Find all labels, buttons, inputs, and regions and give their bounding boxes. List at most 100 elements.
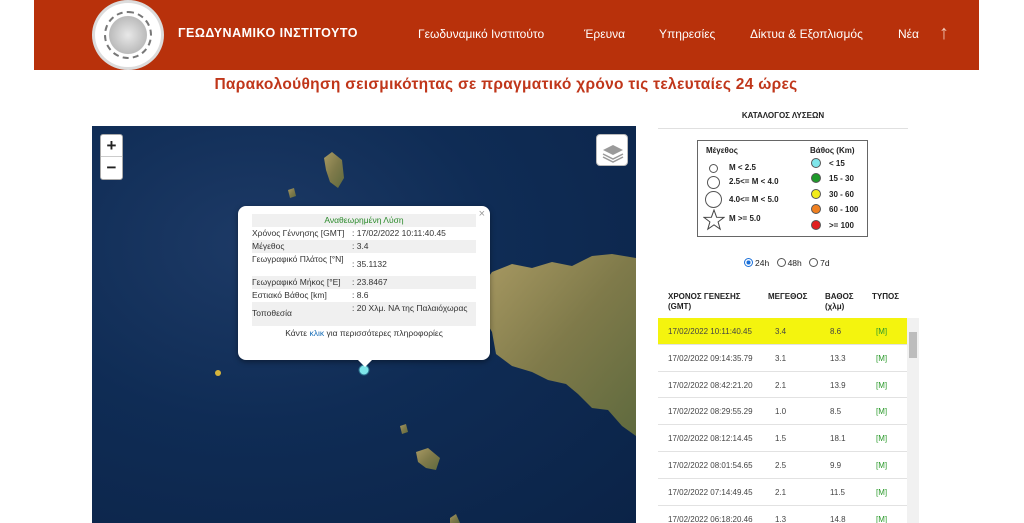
cell-magnitude: 2.1 (775, 487, 787, 497)
cell-depth: 9.9 (830, 460, 842, 470)
legend-depth-item: 60 - 100 (829, 205, 859, 214)
period-24h-label[interactable]: 24h (755, 258, 769, 268)
cell-depth: 14.8 (830, 514, 846, 523)
legend-circle-small-icon (709, 164, 718, 173)
cell-time: 17/02/2022 08:42:21.20 (668, 380, 753, 390)
legend-mag-item: 2.5<= M < 4.0 (729, 177, 779, 186)
table-row[interactable]: 17/02/2022 08:29:55.29 1.0 8.5 [M] (658, 398, 908, 426)
cell-time: 17/02/2022 08:01:54.65 (668, 460, 753, 470)
nav-research[interactable]: Έρευνα (584, 27, 625, 41)
island-kythira (324, 152, 344, 188)
nav-news[interactable]: Νέα (898, 27, 919, 41)
legend-depth-dot-icon (811, 220, 821, 230)
cell-depth: 8.5 (830, 407, 842, 417)
table-row[interactable]: 17/02/2022 09:14:35.79 3.1 13.3 [M] (658, 345, 908, 372)
popup-label: Τοποθεσία (252, 308, 292, 318)
popup-row: Γεωγραφικό Μήκος [°E] : 23.8467 (252, 276, 476, 289)
nav-geodynamic-institute[interactable]: Γεωδυναμικό Ινστιτούτο (418, 27, 544, 41)
cell-time: 17/02/2022 06:18:20.46 (668, 514, 753, 523)
zoom-control: + − (100, 134, 123, 180)
cell-magnitude: 1.3 (775, 514, 787, 523)
column-header-magnitude[interactable]: ΜΕΓΕΘΟΣ (768, 292, 807, 302)
table-row[interactable]: 17/02/2022 08:12:14.45 1.5 18.1 [M] (658, 425, 908, 452)
popup-label: Γεωγραφικό Πλάτος [°N] (252, 254, 344, 264)
logo-seal (104, 11, 152, 59)
page-title: Παρακολούθηση σεισμικότητας σε πραγματικ… (214, 76, 798, 93)
islet-north (288, 188, 296, 198)
popup-value: : 23.8467 (352, 277, 388, 287)
cell-time: 17/02/2022 08:29:55.29 (668, 407, 753, 417)
legend-depth-dot-icon (811, 158, 821, 168)
popup-value: : 3.4 (352, 241, 369, 251)
cell-depth: 13.3 (830, 353, 846, 363)
table-row[interactable]: 17/02/2022 10:11:40.45 3.4 8.6 [M] (658, 318, 908, 345)
table-row[interactable]: 17/02/2022 08:42:21.20 2.1 13.9 [M] (658, 372, 908, 399)
cell-depth: 13.9 (830, 380, 846, 390)
seismicity-map[interactable]: + − × Αναθεωρημένη Λύση Χρόνος Γέννησης … (92, 126, 636, 523)
cell-type: [M] (876, 353, 888, 363)
cell-magnitude: 1.0 (775, 407, 787, 417)
table-scrollbar[interactable] (907, 318, 919, 523)
layers-button[interactable] (596, 134, 628, 166)
legend-depth-item: 15 - 30 (829, 174, 854, 183)
site-header: ΓΕΩΔΥΝΑΜΙΚΟ ΙΝΣΤΙΤΟΥΤΟ Γεωδυναμικό Ινστι… (34, 0, 979, 70)
cell-type: [M] (876, 327, 888, 336)
cell-magnitude: 3.4 (775, 327, 787, 336)
nav-networks-equipment[interactable]: Δίκτυα & Εξοπλισμός (750, 27, 863, 41)
legend-magnitude-title: Μέγεθος (706, 146, 738, 155)
period-7d-radio[interactable] (809, 258, 819, 267)
quake-marker-small (215, 370, 221, 376)
table-row[interactable]: 17/02/2022 08:01:54.65 2.5 9.9 [M] (658, 452, 908, 479)
table-row[interactable]: 17/02/2022 07:14:49.45 2.1 11.5 [M] (658, 479, 908, 506)
cell-depth: 8.6 (830, 327, 842, 336)
catalog-heading: ΚΑΤΑΛΟΓΟΣ ΛΥΣΕΩΝ (658, 103, 908, 129)
popup-value: : 17/02/2022 10:11:40.45 (352, 228, 446, 238)
zoom-out-button[interactable]: − (101, 157, 122, 179)
institute-logo[interactable] (92, 0, 164, 70)
legend-star-icon (703, 209, 725, 231)
popup-close-icon[interactable]: × (479, 208, 485, 220)
column-header-type[interactable]: ΤΥΠΟΣ (872, 292, 899, 302)
popup-value: : 35.1132 (352, 259, 387, 269)
table-row[interactable]: 17/02/2022 06:18:20.46 1.3 14.8 [M] (658, 506, 908, 523)
popup-label: Μέγεθος (252, 241, 285, 251)
column-header-depth[interactable]: ΒΑΘΟΣ (χλμ) (825, 292, 860, 312)
popup-tip (358, 360, 372, 367)
cell-type: [M] (876, 460, 888, 470)
popup-label: Εστιακό Βάθος [km] (252, 290, 327, 300)
brand-name[interactable]: ΓΕΩΔΥΝΑΜΙΚΟ ΙΝΣΤΙΤΟΥΤΟ (178, 26, 358, 40)
more-info-link[interactable]: κλικ (309, 328, 324, 338)
period-7d-label[interactable]: 7d (820, 258, 829, 268)
legend-box: Μέγεθος M < 2.5 2.5<= M < 4.0 4.0<= M < … (697, 140, 868, 237)
nav-services[interactable]: Υπηρεσίες (659, 27, 715, 41)
islet-gavdos (416, 448, 440, 470)
cell-type: [M] (876, 407, 888, 417)
popup-label: Χρόνος Γέννησης [GMT] (252, 228, 345, 238)
cell-type: [M] (876, 434, 888, 444)
period-48h-radio[interactable] (776, 258, 786, 267)
cell-magnitude: 2.5 (775, 460, 787, 470)
column-header-time[interactable]: ΧΡΟΝΟΣ ΓΕΝΕΣΗΣ (GMT) (668, 292, 748, 312)
cell-type: [M] (876, 514, 888, 523)
legend-mag-item: M < 2.5 (729, 163, 756, 172)
popup-value: : 20 Χλμ. ΝΑ της Παλαιόχωρας (352, 303, 468, 313)
cell-magnitude: 3.1 (775, 353, 787, 363)
legend-depth-item: >= 100 (829, 221, 854, 230)
legend-depth-dot-icon (811, 189, 821, 199)
period-48h-label[interactable]: 48h (788, 258, 802, 268)
scroll-top-arrow-icon[interactable]: ↑ (939, 22, 949, 45)
layers-icon (602, 145, 624, 163)
cell-type: [M] (876, 380, 888, 390)
cell-magnitude: 1.5 (775, 434, 787, 444)
period-24h-radio[interactable] (744, 258, 753, 267)
zoom-in-button[interactable]: + (101, 135, 122, 157)
popup-footer-post: για περισσότερες πληροφορίες (324, 328, 443, 338)
scrollbar-thumb[interactable] (909, 332, 917, 358)
legend-mag-item: M >= 5.0 (729, 214, 761, 223)
cell-time: 17/02/2022 08:12:14.45 (668, 434, 753, 444)
popup-label: Γεωγραφικό Μήκος [°E] (252, 277, 341, 287)
popup-footer: Κάντε κλικ για περισσότερες πληροφορίες (252, 328, 476, 338)
legend-circle-medium-icon (707, 176, 720, 189)
legend-depth-dot-icon (811, 173, 821, 183)
legend-depth-item: 30 - 60 (829, 190, 854, 199)
